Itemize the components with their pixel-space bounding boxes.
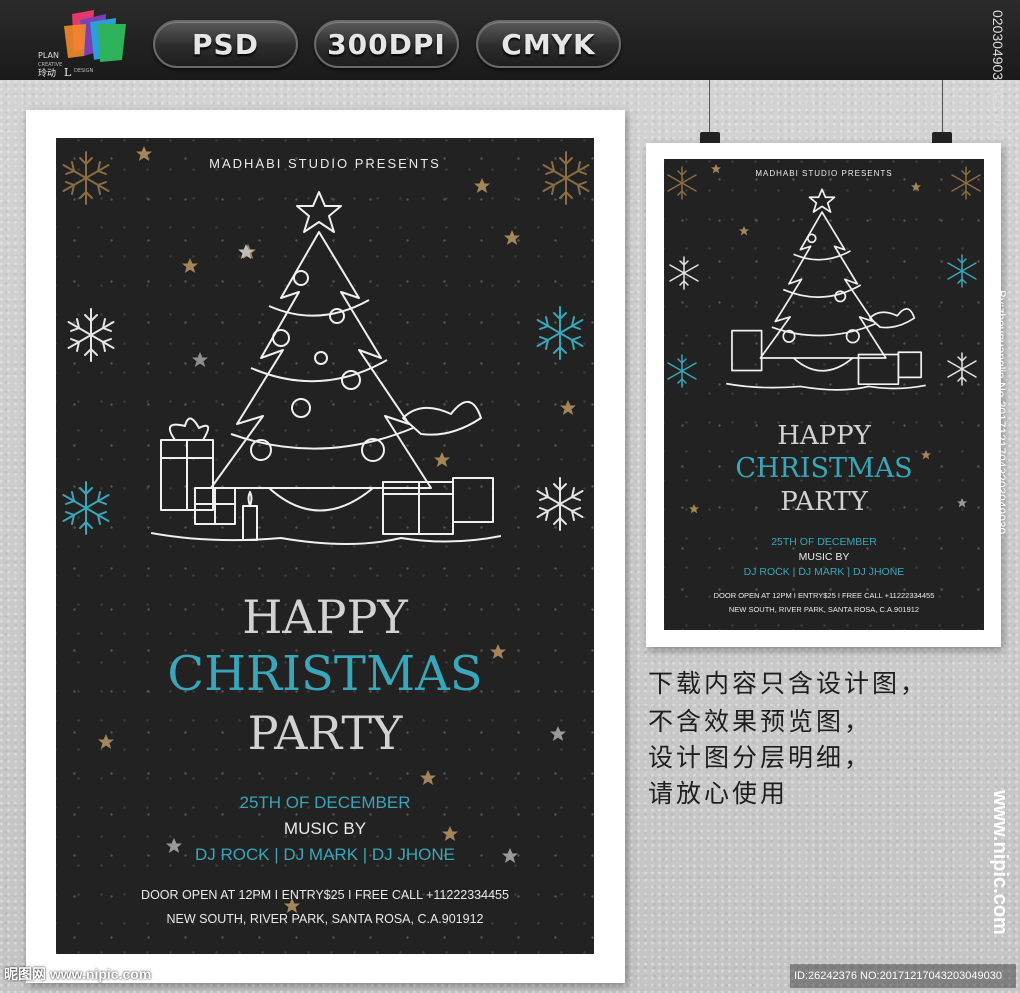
small-event-date: 25TH OF DECEMBER xyxy=(771,536,877,548)
small-presenter-text: MADHABI STUDIO PRESENTS xyxy=(755,169,893,178)
hanging-wire xyxy=(709,80,710,132)
star-icon xyxy=(560,400,576,415)
brand-logo-icon: PLAN CREATIVE 玲动 L DESIGN xyxy=(38,10,126,78)
large-poster: MADHABI STUDIO PRESENTS HAPPY CHRISTMAS … xyxy=(56,138,594,954)
small-music-by-label: MUSIC BY xyxy=(798,551,850,563)
snowflake-icon xyxy=(669,256,699,290)
svg-text:DESIGN: DESIGN xyxy=(74,68,94,74)
snowflake-icon xyxy=(536,306,584,360)
title-christmas: CHRISTMAS xyxy=(167,646,483,702)
svg-text:PLAN: PLAN xyxy=(38,51,59,60)
star-icon xyxy=(504,230,520,245)
small-title-christmas: CHRISTMAS xyxy=(735,453,913,484)
hanging-wire xyxy=(942,80,943,132)
small-poster-frame: MADHABI STUDIO PRESENTS HAPPY CHRISTMAS … xyxy=(646,143,1001,647)
small-poster: MADHABI STUDIO PRESENTS HAPPY CHRISTMAS … xyxy=(664,159,984,630)
vertical-site-watermark: www.nipic.com xyxy=(989,790,1011,935)
title-happy: HAPPY xyxy=(242,590,408,644)
snowflake-icon xyxy=(947,352,977,386)
small-christmas-tree-illustration xyxy=(726,188,926,391)
bottom-right-watermark: ID:26242376 NO:20171217043203049030 xyxy=(790,964,1016,988)
bottom-left-watermark: 昵图网 www.nipic.com xyxy=(4,966,152,982)
info-line-1: DOOR OPEN AT 12PM I ENTRY$25 I FREE CALL… xyxy=(141,888,509,902)
vertical-author-watermark: By:zhouguanglin No.20171217043203049030 xyxy=(994,290,1008,535)
christmas-tree-illustration xyxy=(151,191,501,545)
description-line-2: 不含效果预览图， xyxy=(648,707,873,736)
star-icon xyxy=(420,770,436,785)
title-party: PARTY xyxy=(247,706,403,760)
badge-psd: PSD xyxy=(153,20,298,68)
small-info-line-1: DOOR OPEN AT 12PM I ENTRY$25 I FREE CALL… xyxy=(713,591,935,600)
badge-cmyk: CMYK xyxy=(476,20,621,68)
snowflake-icon xyxy=(947,254,977,288)
top-bar: PLAN CREATIVE 玲动 L DESIGN PSD 300DPI CMY… xyxy=(0,0,1020,80)
svg-text:玲动: 玲动 xyxy=(38,67,56,78)
small-dj-lineup: DJ ROCK | DJ MARK | DJ JHONE xyxy=(743,566,905,578)
svg-text:L: L xyxy=(64,66,72,78)
snowflake-icon xyxy=(536,477,584,531)
badge-300dpi: 300DPI xyxy=(314,20,459,68)
snowflake-icon xyxy=(62,481,110,535)
description-line-4: 请放心使用 xyxy=(648,779,789,808)
presenter-text: MADHABI STUDIO PRESENTS xyxy=(209,156,441,171)
description-line-3: 设计图分层明细， xyxy=(648,743,873,772)
small-title-party: PARTY xyxy=(780,487,868,517)
info-line-2: NEW SOUTH, RIVER PARK, SANTA ROSA, C.A.9… xyxy=(166,912,484,926)
description-line-1: 下载内容只含设计图， xyxy=(648,669,929,698)
dj-lineup: DJ ROCK | DJ MARK | DJ JHONE xyxy=(194,845,456,864)
snowflake-icon xyxy=(67,308,115,362)
music-by-label: MUSIC BY xyxy=(283,819,367,838)
svg-text:CREATIVE: CREATIVE xyxy=(38,62,62,68)
small-info-line-2: NEW SOUTH, RIVER PARK, SANTA ROSA, C.A.9… xyxy=(728,605,920,614)
large-poster-frame: MADHABI STUDIO PRESENTS HAPPY CHRISTMAS … xyxy=(26,110,625,983)
small-title-happy: HAPPY xyxy=(777,421,871,451)
event-date: 25TH OF DECEMBER xyxy=(239,793,411,812)
snowflake-icon xyxy=(667,354,697,388)
